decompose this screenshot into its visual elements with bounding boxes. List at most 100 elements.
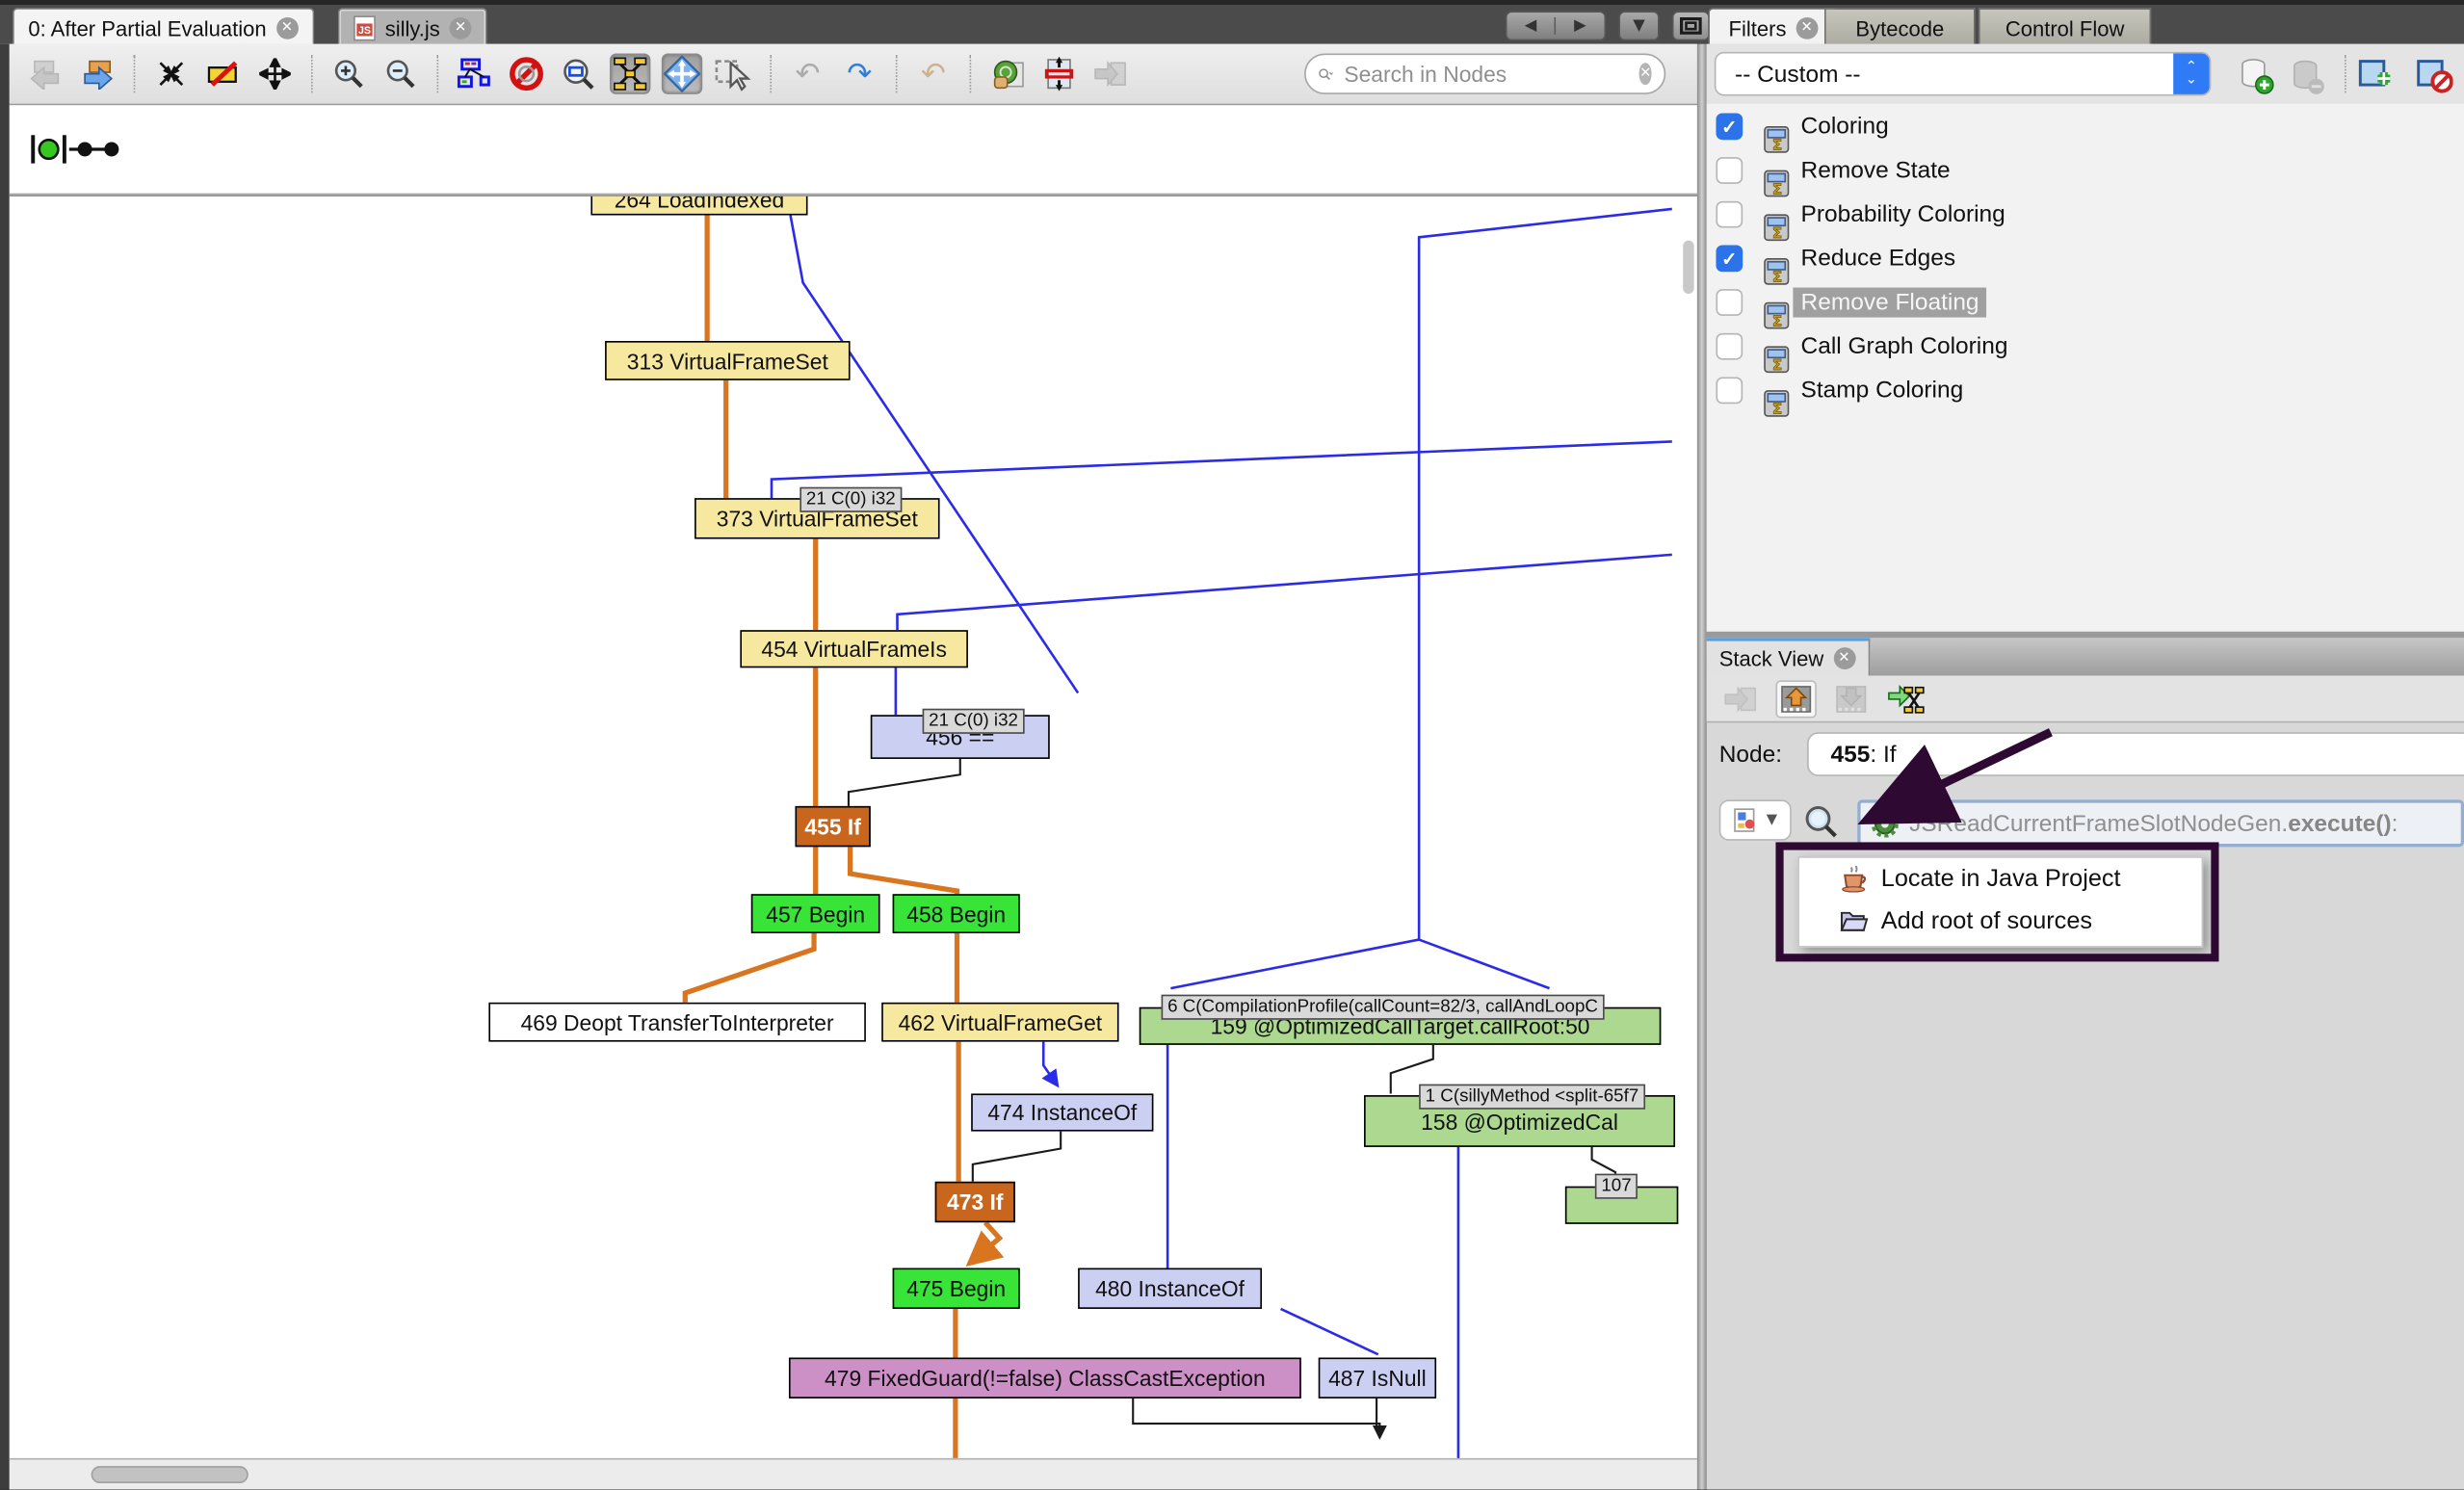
pan-mode-button[interactable] [662,53,702,93]
export-graph-button[interactable] [987,53,1028,93]
graph-node-455[interactable]: 455 If [795,806,870,847]
tab-graph[interactable]: 0: After Partial Evaluation ✕ [13,8,314,47]
graph-node-475[interactable]: 475 Begin [893,1268,1020,1309]
show-whole-graph-button[interactable] [610,53,650,93]
tab-silly-js[interactable]: JS silly.js ✕ [338,8,487,47]
close-icon[interactable]: ✕ [275,17,298,39]
shrink-nodes-button[interactable] [151,53,192,93]
tab-bytecode[interactable]: Bytecode [1824,8,1976,47]
overview-magnifier-icon [562,58,594,91]
search-input[interactable] [1341,60,1632,88]
filter-checkbox[interactable]: ✓ [1716,113,1743,140]
stack-source-combo[interactable]: ▼ [1719,799,1792,840]
maximize-button[interactable] [1672,11,1710,40]
vertical-scrollbar-thumb[interactable] [1683,241,1693,294]
stack-view-tab-label: Stack View [1719,646,1824,669]
zoom-out-icon [385,58,417,90]
zoom-to-fit-button[interactable] [558,53,598,93]
undo-button[interactable]: ↶ [787,53,827,93]
selection-cursor-icon [715,57,752,91]
filter-checkbox[interactable] [1716,332,1743,359]
graph-node-469[interactable]: 469 Deopt TransferToInterpreter [488,1003,866,1042]
menu-item-add-root-of-sources[interactable]: Add root of sources [1799,901,2202,943]
node-field[interactable]: 455: If [1807,732,2464,776]
tab-control-flow[interactable]: Control Flow [1979,8,2151,47]
close-icon[interactable]: ✕ [1833,647,1855,669]
graph-node-457[interactable]: 457 Begin [751,894,880,933]
graph-node-313[interactable]: 313 VirtualFrameSet [605,341,850,380]
undo-selection-button[interactable]: ↶ [913,53,954,93]
filter-checkbox[interactable] [1716,200,1743,227]
close-icon[interactable]: ✕ [1796,17,1818,39]
tab-stack-view[interactable]: Stack View ✕ [1707,638,1870,675]
method-field[interactable]: JSReadCurrentFrameSlotNodeGen.execute(): [1857,799,2464,847]
pane-splitter[interactable] [1697,44,1707,1490]
close-icon[interactable]: ✕ [450,17,472,39]
graph-state-icon[interactable] [28,132,128,167]
filter-item-coloring[interactable]: ✓ΣColoring [1707,104,2464,148]
menu-item-locate-in-java-project[interactable]: Locate in Java Project [1799,858,2202,901]
filter-checkbox[interactable] [1716,377,1743,404]
hide-duplicates-button[interactable] [506,53,546,93]
filter-item-probability-coloring[interactable]: ΣProbability Coloring [1707,192,2464,236]
filter-item-reduce-edges[interactable]: ✓ΣReduce Edges [1707,236,2464,280]
node-value-chip: 1 C(sillyMethod <split-65f7 [1419,1085,1645,1110]
import-frame-button[interactable] [1720,680,1761,718]
filter-item-stamp-coloring[interactable]: ΣStamp Coloring [1707,368,2464,412]
search-source-icon[interactable] [1804,804,1839,839]
graph-node-264[interactable]: 264 LoadIndexed [590,195,807,215]
zoom-out-button[interactable] [380,53,421,93]
import-button[interactable] [1090,53,1131,93]
file-tab-label: silly.js [385,16,440,39]
clear-search-icon[interactable]: ✕ [1639,63,1652,85]
tab-filters[interactable]: Filters ✕ [1708,8,1838,47]
expand-nodes-button[interactable] [254,53,295,93]
up-arrow-film-icon [1780,683,1812,715]
prev-graph-button[interactable] [25,53,66,93]
filter-checkbox[interactable] [1716,288,1743,315]
graph-node-454[interactable]: 454 VirtualFrameIs [740,630,968,667]
filter-checkbox[interactable] [1716,156,1743,183]
filter-checkbox[interactable]: ✓ [1716,245,1743,272]
search-in-nodes-box[interactable]: ✕ [1304,53,1665,93]
svg-text:JS: JS [358,25,371,37]
blue-edge [1170,209,1671,988]
go-down-stack-button[interactable] [1831,680,1872,718]
graph-node-458[interactable]: 458 Begin [893,894,1020,933]
next-graph-icon[interactable]: ▶ [1556,17,1605,35]
horizontal-scrollbar[interactable] [10,1458,1697,1490]
graph-node-474[interactable]: 474 InstanceOf [971,1093,1153,1131]
diff-expand-icon [1043,57,1075,91]
hierarchy-layout-button[interactable] [454,53,494,93]
graph-node-473[interactable]: 473 If [935,1182,1015,1222]
go-up-stack-button[interactable] [1775,680,1816,718]
graph-node-479[interactable]: 479 FixedGuard(!=false) ClassCastExcepti… [789,1358,1301,1399]
graph-node-462[interactable]: 462 VirtualFrameGet [881,1003,1118,1042]
extract-to-graph-button[interactable] [1886,680,1927,718]
save-profile-icon[interactable] [2238,57,2275,94]
toolbar-separator [970,55,972,92]
filter-item-remove-state[interactable]: ΣRemove State [1707,147,2464,192]
delete-profile-icon[interactable] [2288,57,2325,94]
filter-item-call-graph-coloring[interactable]: ΣCall Graph Coloring [1707,324,2464,368]
control-flow-tab-label: Control Flow [2005,16,2125,39]
shrink-arrows-icon [156,58,188,90]
new-filter-icon[interactable] [2357,57,2395,94]
remove-filter-icon[interactable] [2415,57,2452,94]
zoom-in-button[interactable] [328,53,369,93]
graph-node-487[interactable]: 487 IsNull [1319,1358,1436,1399]
graph-node-480[interactable]: 480 InstanceOf [1078,1268,1262,1309]
graph-canvas[interactable]: 264 LoadIndexed313 VirtualFrameSet373 Vi… [10,195,1697,1458]
redo-button[interactable]: ↷ [839,53,879,93]
prev-graph-icon[interactable]: ◀ [1507,17,1556,35]
filter-item-remove-floating[interactable]: ΣRemove Floating [1707,279,2464,324]
extract-nodes-button[interactable] [202,53,243,93]
filter-profile-select[interactable]: -- Custom -- ⌃⌄ [1715,52,2212,96]
expand-diff-button[interactable] [1038,53,1079,93]
tab-list-dropdown-button[interactable]: ▼ [1618,11,1659,40]
horizontal-scrollbar-thumb[interactable] [92,1466,249,1483]
prev-next-graph-buttons[interactable]: ◀▶ [1506,11,1606,40]
next-graph-button[interactable] [77,53,118,93]
select-mode-button[interactable] [714,53,754,93]
node-value-chip: 6 C(CompilationProfile(callCount=82/3, c… [1162,995,1605,1020]
